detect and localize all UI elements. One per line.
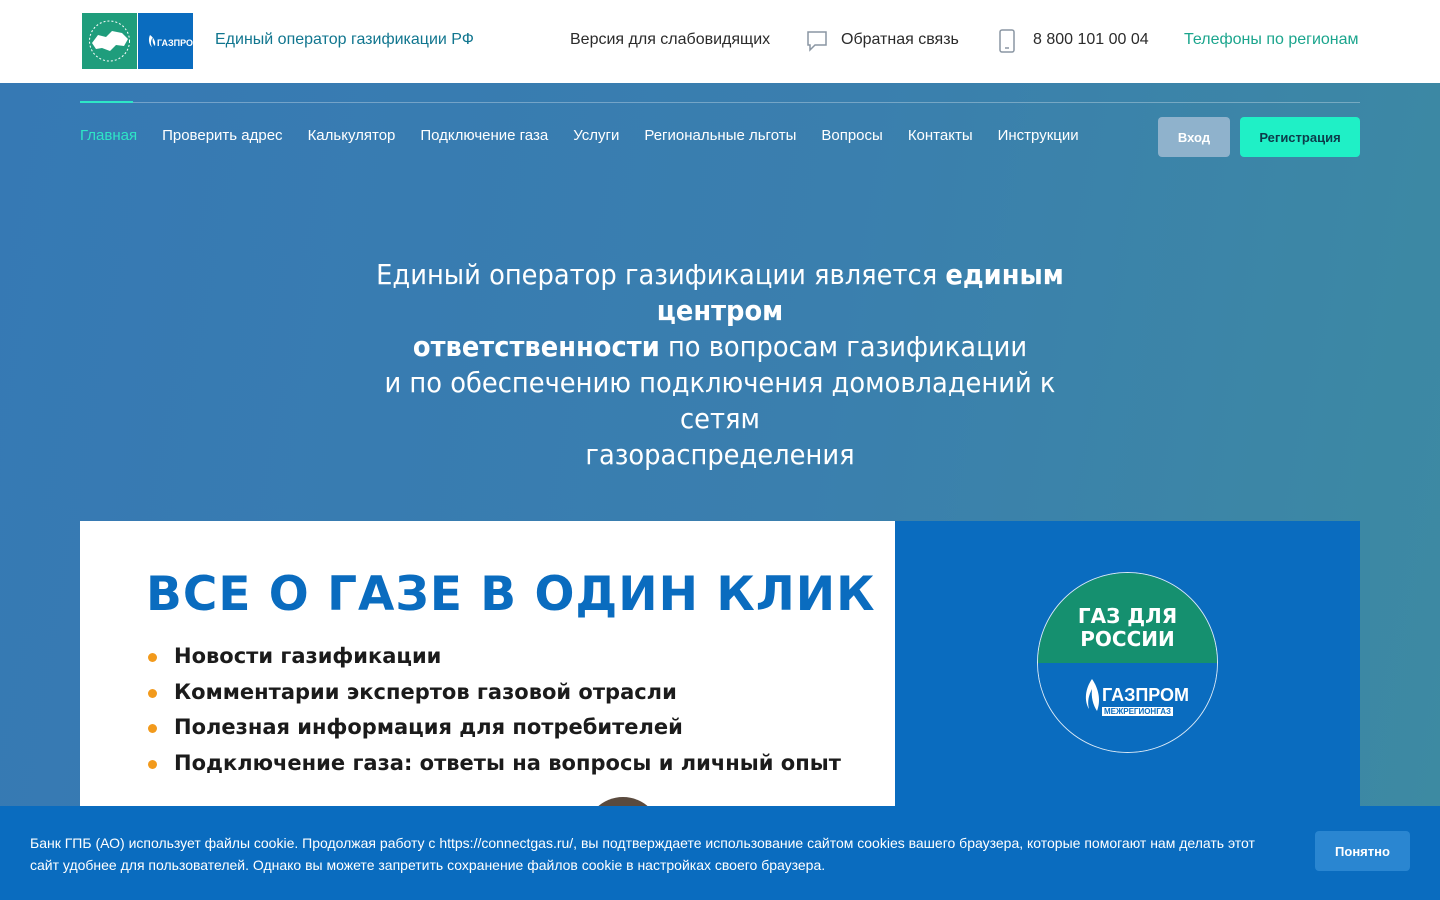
- badge-line: ГАЗ ДЛЯ: [1077, 604, 1178, 628]
- list-item: Новости газификации: [148, 639, 841, 675]
- nav-item-regional-benefits[interactable]: Региональные льготы: [644, 127, 796, 144]
- cookie-text: Банк ГПБ (АО) использует файлы cookie. П…: [30, 835, 1255, 873]
- gasification-logo[interactable]: [82, 13, 137, 69]
- hero-text-part: Единый оператор газификации является: [376, 258, 946, 291]
- hero-text-part: и по обеспечению подключения домовладени…: [384, 366, 1056, 435]
- nav-item-contacts[interactable]: Контакты: [908, 127, 973, 144]
- nav-item-check-address[interactable]: Проверить адрес: [162, 127, 282, 144]
- phone-icon: [998, 29, 1016, 58]
- banner-title: ВСЕ О ГАЗЕ В ОДИН КЛИК: [146, 567, 876, 622]
- banner-list: Новости газификации Комментарии эксперто…: [148, 639, 841, 781]
- phone-number[interactable]: 8 800 101 00 04: [1033, 31, 1149, 49]
- gazprom-flame-icon: ГАЗПРОМ: [148, 35, 193, 48]
- badge-line: РОССИИ: [1080, 627, 1175, 651]
- accessibility-version-link[interactable]: Версия для слабовидящих: [570, 31, 770, 49]
- hero-text-part: по вопросам газификации: [659, 330, 1028, 363]
- main-nav: Главная Проверить адрес Калькулятор Подк…: [80, 127, 1079, 144]
- russia-map-icon: [89, 20, 130, 62]
- nav-item-gas-connection[interactable]: Подключение газа: [420, 127, 548, 144]
- nav-item-instructions[interactable]: Инструкции: [998, 127, 1079, 144]
- top-header: ГАЗПРОМ Единый оператор газификации РФ В…: [0, 0, 1440, 83]
- hero-text-part: газораспределения: [585, 438, 855, 471]
- nav-divider: [80, 102, 1360, 103]
- list-item: Подключение газа: ответы на вопросы и ли…: [148, 746, 841, 782]
- badge-title: ГАЗ ДЛЯ РОССИИ: [1038, 605, 1217, 651]
- badge-subbrand: МЕЖРЕГИОНГАЗ: [1102, 707, 1174, 716]
- gazprom-flame-icon: [1085, 679, 1100, 711]
- login-button[interactable]: Вход: [1158, 117, 1230, 157]
- nav-item-calculator[interactable]: Калькулятор: [308, 127, 396, 144]
- gazprom-logo[interactable]: ГАЗПРОМ: [138, 13, 193, 69]
- feedback-link[interactable]: Обратная связь: [841, 31, 959, 49]
- nav-item-services[interactable]: Услуги: [573, 127, 619, 144]
- site-title[interactable]: Единый оператор газификации РФ: [215, 31, 474, 49]
- svg-text:ГАЗПРОМ: ГАЗПРОМ: [157, 38, 193, 48]
- regional-phones-link[interactable]: Телефоны по регионам: [1184, 31, 1359, 49]
- gas-for-russia-badge: ГАЗ ДЛЯ РОССИИ ГАЗПРОМ МЕЖРЕГИОНГАЗ: [1037, 572, 1218, 753]
- hero-section: Главная Проверить адрес Калькулятор Подк…: [0, 83, 1440, 900]
- list-item: Полезная информация для потребителей: [148, 710, 841, 746]
- nav-item-questions[interactable]: Вопросы: [821, 127, 882, 144]
- hero-text-bold: ответственности: [412, 330, 660, 363]
- hero-headline: Единый оператор газификации является еди…: [352, 257, 1088, 473]
- cookie-banner: Банк ГПБ (АО) использует файлы cookie. П…: [0, 806, 1440, 900]
- nav-item-home[interactable]: Главная: [80, 127, 137, 144]
- badge-brand: ГАЗПРОМ: [1102, 685, 1190, 705]
- nav-active-indicator: [80, 101, 133, 103]
- chat-icon[interactable]: [806, 30, 828, 57]
- list-item: Комментарии экспертов газовой отрасли: [148, 675, 841, 711]
- cookie-accept-button[interactable]: Понятно: [1315, 831, 1410, 871]
- register-button[interactable]: Регистрация: [1240, 117, 1360, 157]
